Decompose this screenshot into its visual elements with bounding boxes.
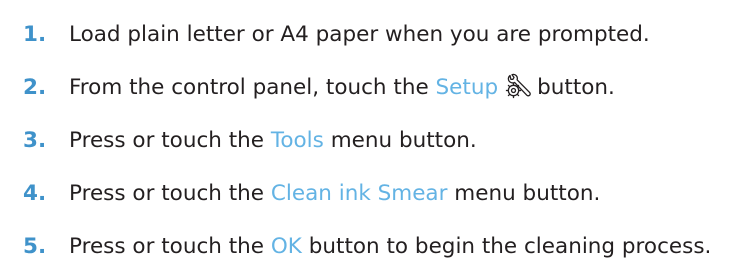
clean-ink-smear-term: Clean ink Smear bbox=[270, 180, 448, 206]
step-sentence: Load plain letter or A4 paper when you a… bbox=[69, 21, 650, 47]
tools-menu-term: Tools bbox=[270, 127, 324, 153]
step-text-after: menu button. bbox=[454, 180, 601, 206]
step-number: 5. bbox=[23, 233, 47, 259]
ok-button-term: OK bbox=[270, 233, 302, 259]
step-text-before: Press or touch the bbox=[69, 180, 265, 206]
step-number: 1. bbox=[23, 21, 47, 47]
step-text-after: button. bbox=[537, 74, 615, 100]
step-text-before: From the control panel, touch the bbox=[69, 74, 429, 100]
step-text-before: Press or touch the bbox=[69, 127, 265, 153]
step-number: 4. bbox=[23, 180, 47, 206]
instruction-steps: 1. Load plain letter or A4 paper when yo… bbox=[0, 0, 755, 280]
setup-wrench-gear-icon bbox=[504, 72, 534, 102]
step-number: 3. bbox=[23, 127, 47, 153]
step-text-before: Press or touch the bbox=[69, 233, 265, 259]
step-number: 2. bbox=[23, 74, 47, 100]
step-text-after: menu button. bbox=[330, 127, 477, 153]
step-text: Press or touch the Clean ink Smear menu … bbox=[69, 181, 600, 206]
step-text: From the control panel, touch the Setup bbox=[69, 72, 615, 102]
step-text: Load plain letter or A4 paper when you a… bbox=[69, 22, 650, 47]
step-text: Press or touch the OK button to begin th… bbox=[69, 234, 711, 259]
step-text-after: button to begin the cleaning process. bbox=[308, 233, 712, 259]
step-text: Press or touch the Tools menu button. bbox=[69, 128, 477, 153]
setup-button-term: Setup bbox=[435, 74, 499, 100]
